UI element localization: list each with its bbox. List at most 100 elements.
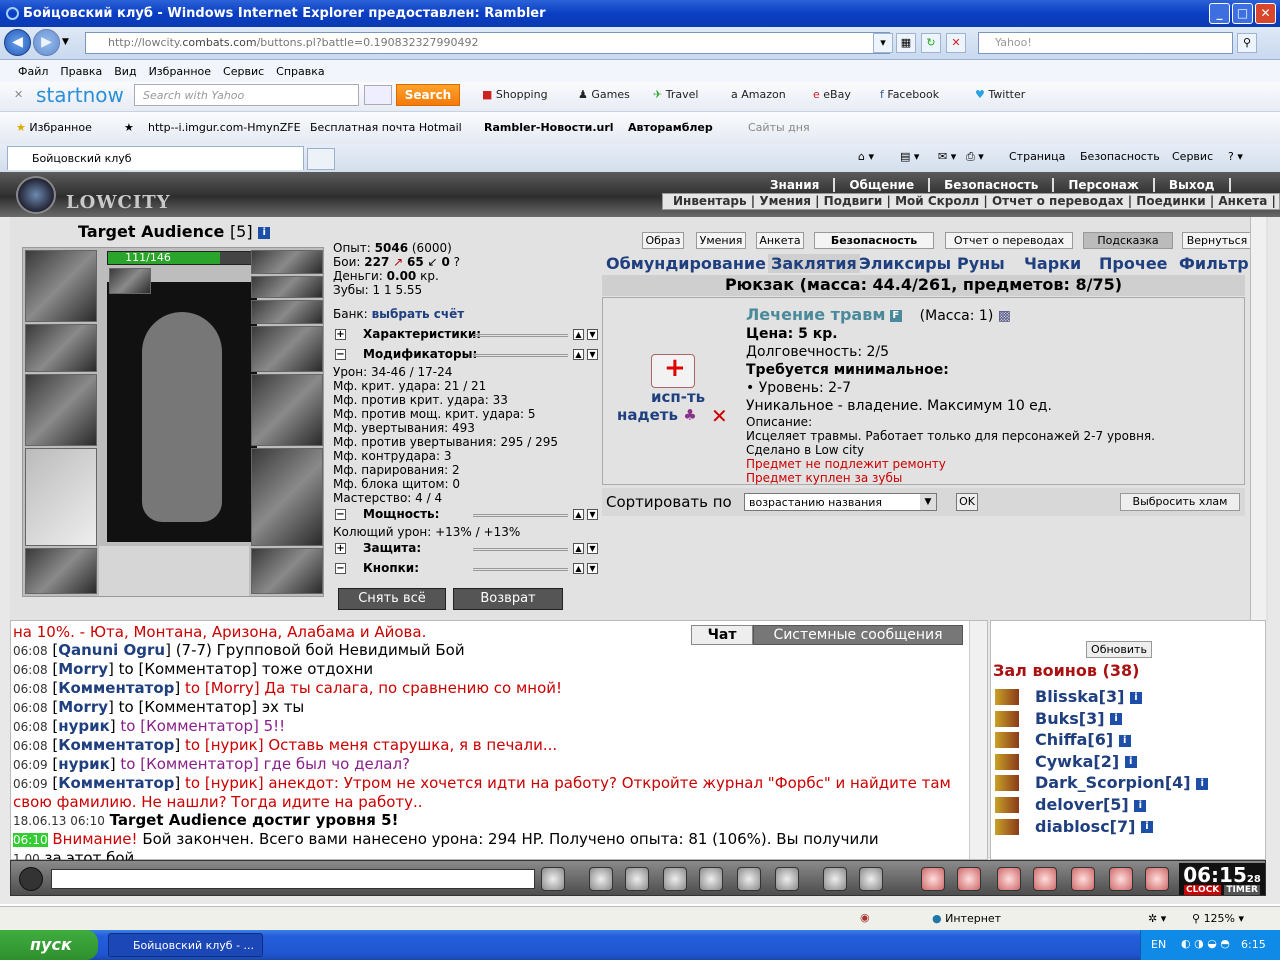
- refresh-button[interactable]: Обновить: [1086, 641, 1152, 658]
- chat-scrollbar[interactable]: [969, 621, 987, 859]
- maximize-button[interactable]: □: [1232, 3, 1253, 24]
- chat-nick[interactable]: Morry: [58, 698, 108, 716]
- chat-time[interactable]: 06:08: [13, 701, 48, 715]
- nav-knowledge[interactable]: Знания: [756, 178, 836, 192]
- remove-all-button[interactable]: Снять всё: [338, 588, 446, 610]
- twitter-link[interactable]: ♥ Twitter: [975, 88, 1025, 101]
- earring-slot[interactable]: [251, 276, 323, 298]
- tab-chat[interactable]: Чат: [691, 625, 753, 645]
- btn-security[interactable]: Безопасность: [814, 232, 934, 249]
- close-button[interactable]: ✕: [1255, 3, 1276, 24]
- wear-item-link[interactable]: надеть ♣: [617, 406, 697, 424]
- player-entry[interactable]: Blisska[3] i: [1035, 687, 1142, 706]
- tab-filter[interactable]: Фильтр: [1179, 254, 1249, 273]
- up-arrow-icon[interactable]: ▲: [573, 543, 584, 554]
- search-engine-select[interactable]: [364, 85, 392, 105]
- info-icon[interactable]: i: [1196, 777, 1209, 790]
- menu-file[interactable]: Файл: [18, 65, 48, 78]
- page-menu[interactable]: Страница: [1009, 150, 1065, 163]
- bag-icon[interactable]: [957, 867, 981, 891]
- safety-menu[interactable]: Безопасность: [1080, 150, 1160, 163]
- fav-item-autorambler[interactable]: Авторамблер: [628, 121, 713, 134]
- weapon-left-slot[interactable]: [25, 374, 97, 446]
- tools-menu[interactable]: Сервис: [1172, 150, 1213, 163]
- info-icon[interactable]: i: [1134, 799, 1147, 812]
- chat-time[interactable]: 06:09: [13, 777, 48, 791]
- search-icon[interactable]: ⚲: [1237, 33, 1257, 53]
- tab-spells[interactable]: Заклятия: [768, 254, 860, 273]
- weapon-right-slot[interactable]: [251, 374, 323, 446]
- player-action-icon[interactable]: [995, 797, 1019, 813]
- chat-nick[interactable]: нурик: [58, 755, 110, 773]
- info-icon[interactable]: i: [1124, 756, 1137, 769]
- taskbar-item-browser[interactable]: Бойцовский клуб - ...: [108, 933, 263, 957]
- refresh-icon[interactable]: ↻: [921, 33, 941, 53]
- chat-time[interactable]: 06:08: [13, 739, 48, 753]
- new-tab-button[interactable]: [307, 148, 335, 170]
- effect-slot[interactable]: [109, 268, 151, 294]
- up-arrow-icon[interactable]: ▲: [573, 329, 584, 340]
- amazon-link[interactable]: a Amazon: [731, 88, 786, 101]
- feeds-icon[interactable]: ▤ ▾: [900, 150, 919, 163]
- sort-select[interactable]: возрастанию названия ▼: [744, 493, 937, 511]
- tray-icons[interactable]: ◐ ◑ ◒ ◓: [1181, 937, 1230, 950]
- player-action-icon[interactable]: [995, 753, 1019, 770]
- down-arrow-icon[interactable]: ▼: [587, 329, 598, 340]
- url-input[interactable]: http://lowcity.combats.com/buttons.pl?ba…: [85, 32, 890, 54]
- player-entry[interactable]: delover[5] i: [1035, 795, 1147, 814]
- menu-favorites[interactable]: Избранное: [149, 65, 211, 78]
- bank-link[interactable]: выбрать счёт: [372, 307, 465, 321]
- chat-time[interactable]: 06:08: [13, 720, 48, 734]
- expand-icon[interactable]: +: [335, 543, 346, 554]
- nav-security[interactable]: Безопасность: [930, 178, 1055, 192]
- tab-elixirs[interactable]: Эликсиры: [859, 254, 951, 273]
- up-arrow-icon[interactable]: ▲: [573, 563, 584, 574]
- pants-slot[interactable]: [251, 448, 323, 546]
- amulet-slot[interactable]: [251, 250, 323, 274]
- delete-icon[interactable]: ✕: [711, 404, 728, 428]
- tab-equipment[interactable]: Обмундирование: [606, 254, 766, 273]
- minimize-button[interactable]: _: [1209, 3, 1230, 24]
- protection-header[interactable]: + Защита: ▲ ▼: [333, 541, 598, 559]
- mask-icon[interactable]: [1033, 867, 1057, 891]
- shopping-link[interactable]: ■ Shopping: [482, 88, 548, 101]
- info-icon[interactable]: i: [1141, 821, 1154, 834]
- helmet-slot[interactable]: [25, 250, 97, 322]
- clear-icon[interactable]: [589, 867, 613, 891]
- down-arrow-icon[interactable]: ▼: [587, 563, 598, 574]
- chat-nick[interactable]: нурик: [58, 717, 110, 735]
- player-action-icon[interactable]: [995, 818, 1019, 835]
- history-dropdown-icon[interactable]: ▼: [62, 37, 69, 47]
- chat-nick[interactable]: Комментатор: [58, 679, 174, 697]
- smile-menu-icon[interactable]: [19, 867, 43, 891]
- nav-communication[interactable]: Общение: [835, 178, 931, 192]
- player-action-icon[interactable]: [995, 689, 1019, 705]
- chat-nick[interactable]: Комментатор: [58, 774, 174, 792]
- zoom-control[interactable]: ⚲ 125% ▾: [1192, 912, 1244, 925]
- rings-top-slot[interactable]: [251, 300, 323, 324]
- player-entry[interactable]: Dark_Scorpion[4] i: [1035, 773, 1209, 792]
- btn-back[interactable]: Вернуться: [1182, 232, 1252, 249]
- sort-ok-button[interactable]: OK: [956, 493, 978, 511]
- player-action-icon[interactable]: [995, 775, 1019, 792]
- url-dropdown-icon[interactable]: ▾: [873, 33, 893, 53]
- down-arrow-icon[interactable]: ▼: [587, 509, 598, 520]
- player-action-icon[interactable]: [995, 732, 1019, 749]
- tab-system-messages[interactable]: Системные сообщения: [753, 625, 963, 645]
- throw-junk-button[interactable]: Выбросить хлам: [1120, 493, 1240, 511]
- stop-icon[interactable]: ✕: [946, 33, 966, 53]
- info-icon[interactable]: i: [1129, 691, 1142, 704]
- player-name[interactable]: Blisska[3]: [1035, 687, 1124, 706]
- info-icon[interactable]: i: [1110, 713, 1123, 726]
- chat-time[interactable]: 06:08: [13, 663, 48, 677]
- armor-slot[interactable]: [25, 448, 97, 546]
- start-button[interactable]: пуск: [0, 930, 98, 960]
- item-info-icon[interactable]: F: [889, 310, 902, 322]
- sub-nav[interactable]: Инвентарь | Умения | Подвиги | Мой Скрол…: [662, 193, 1280, 210]
- up-arrow-icon[interactable]: ▲: [573, 349, 584, 360]
- down-arrow-icon[interactable]: ▼: [587, 543, 598, 554]
- player-name[interactable]: Buks[3]: [1035, 709, 1105, 728]
- nav-exit[interactable]: Выход: [1155, 178, 1231, 192]
- ebay-link[interactable]: e eBay: [813, 88, 851, 101]
- btn-transfer-report[interactable]: Отчет о переводах: [945, 232, 1073, 249]
